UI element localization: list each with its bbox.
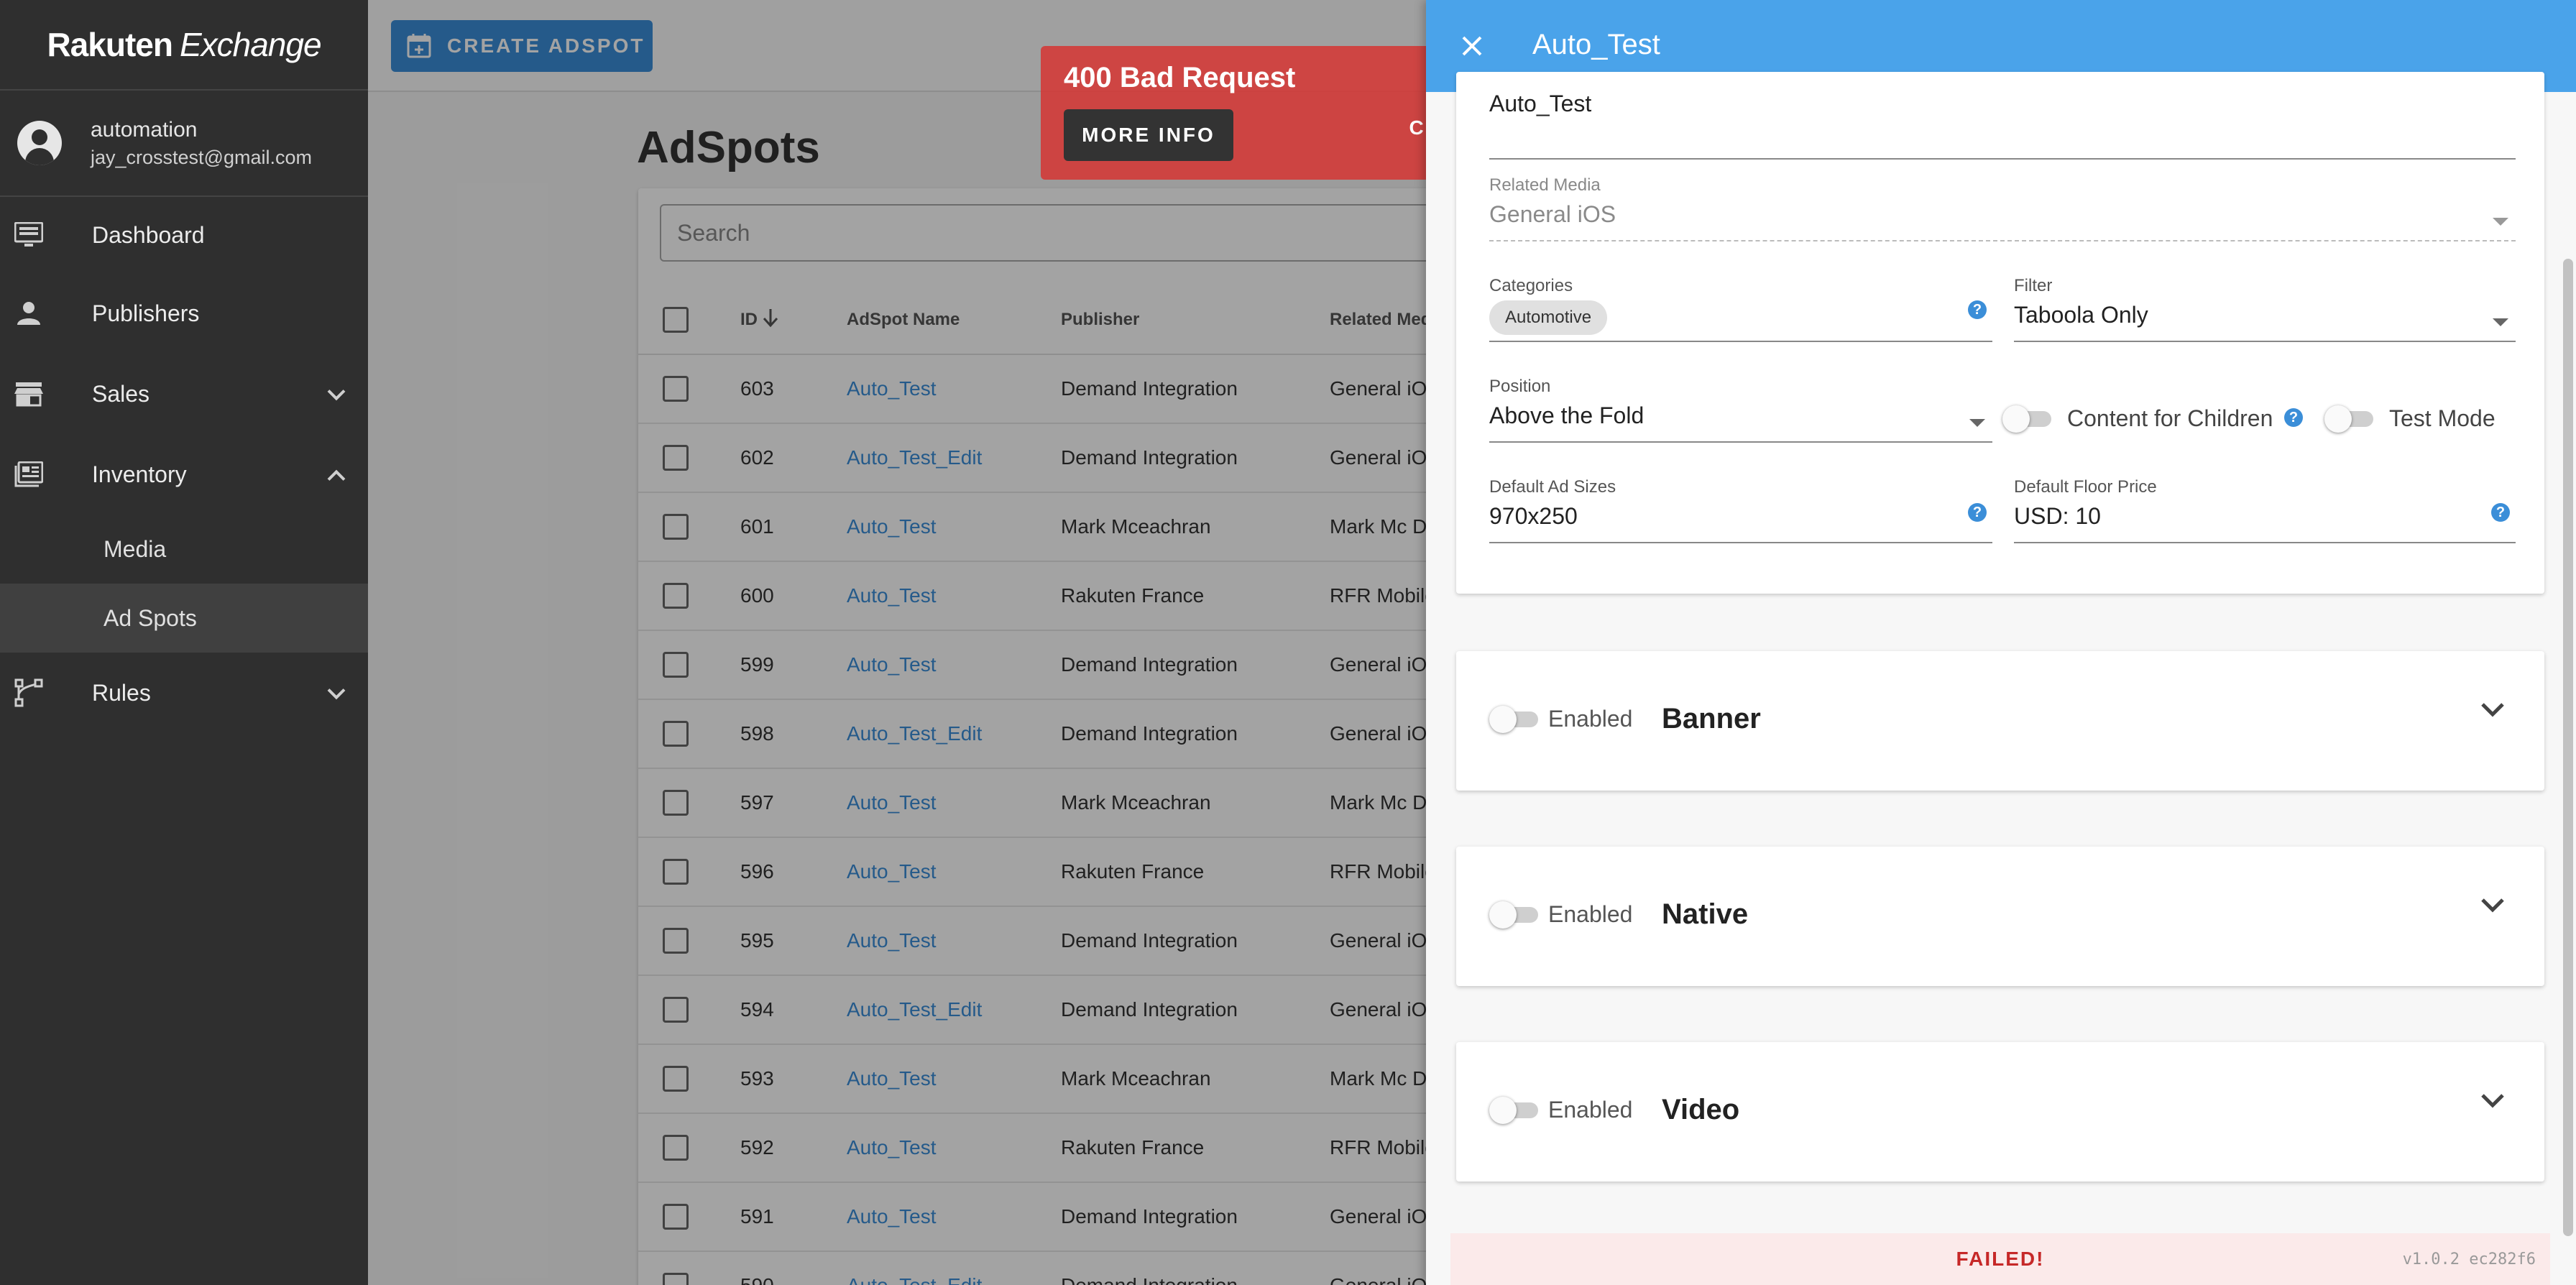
- position-select[interactable]: Position Above the Fold: [1489, 377, 1992, 443]
- more-info-button[interactable]: MORE INFO: [1064, 109, 1233, 161]
- related-media-label: Related Media: [1489, 175, 1601, 195]
- sidebar-item-label: Inventory: [92, 461, 187, 487]
- sidebar-item-rules[interactable]: Rules: [0, 653, 368, 733]
- chevron-down-icon: [326, 680, 346, 706]
- sidebar-item-media[interactable]: Media: [0, 515, 368, 584]
- categories-field[interactable]: Categories Automotive ?: [1489, 276, 1992, 342]
- banner-section-title: Banner: [1662, 703, 1761, 734]
- close-icon[interactable]: [1455, 29, 1489, 63]
- filter-select[interactable]: Filter Taboola Only: [2014, 276, 2516, 342]
- ad-sizes-label: Default Ad Sizes: [1489, 477, 1616, 497]
- app-version: v1.0.2 ec282f6: [2402, 1251, 2536, 1268]
- sidebar: Rakuten Exchange automation jay_crosstes…: [0, 0, 368, 1285]
- native-enabled-toggle[interactable]: [1489, 900, 1538, 929]
- field-underline: [1489, 158, 2516, 160]
- drawer-scrollbar[interactable]: [2563, 259, 2573, 1236]
- avatar-icon: [17, 121, 62, 165]
- sidebar-item-publishers[interactable]: Publishers: [0, 273, 368, 354]
- floor-price-value: USD: 10: [2014, 503, 2101, 529]
- related-media-field: Related Media General iOS: [1489, 175, 2516, 241]
- sidebar-item-sales[interactable]: Sales: [0, 354, 368, 434]
- ad-sizes-field[interactable]: Default Ad Sizes 970x250 ?: [1489, 477, 1992, 543]
- field-underline: [1489, 441, 1992, 443]
- monitor-icon: [13, 219, 45, 251]
- banner-enabled-toggle[interactable]: [1489, 704, 1538, 733]
- adspot-form: Auto_Test Related Media General iOS Cate…: [1456, 72, 2544, 594]
- help-icon[interactable]: ?: [2284, 408, 2303, 427]
- help-icon[interactable]: ?: [1968, 300, 1987, 319]
- native-section[interactable]: Enabled Native: [1456, 847, 2544, 986]
- expand-more-icon[interactable]: [2480, 897, 2506, 918]
- user-email: jay_crosstest@gmail.com: [91, 146, 312, 168]
- field-underline: [1489, 542, 1992, 543]
- expand-more-icon[interactable]: [2480, 1092, 2506, 1113]
- native-enabled-label: Enabled: [1548, 901, 1633, 927]
- help-icon[interactable]: ?: [2491, 503, 2510, 522]
- field-underline: [1489, 341, 1992, 342]
- native-section-title: Native: [1662, 898, 1749, 930]
- sidebar-item-label: Media: [104, 535, 167, 562]
- sidebar-item-label: Publishers: [92, 300, 200, 326]
- failed-status: FAILED!: [1956, 1248, 2045, 1270]
- position-value: Above the Fold: [1489, 402, 1644, 428]
- error-title: 400 Bad Request: [1064, 62, 1296, 93]
- content-children-toggle[interactable]: [2002, 404, 2051, 433]
- user-name: automation: [91, 117, 198, 142]
- edit-drawer: Auto_Test Auto_Test Related Media Genera…: [1426, 0, 2576, 1285]
- filter-value: Taboola Only: [2014, 302, 2148, 328]
- rules-icon: [13, 677, 45, 709]
- banner-section[interactable]: Enabled Banner: [1456, 651, 2544, 791]
- expand-more-icon[interactable]: [2480, 701, 2506, 722]
- category-chip[interactable]: Automotive: [1489, 300, 1608, 335]
- video-section[interactable]: Enabled Video: [1456, 1042, 2544, 1182]
- categories-label: Categories: [1489, 276, 1573, 295]
- related-media-value: General iOS: [1489, 201, 1616, 227]
- ad-sizes-value: 970x250: [1489, 503, 1578, 529]
- store-icon: [13, 378, 45, 410]
- sidebar-item-label: Ad Spots: [104, 604, 197, 631]
- help-icon[interactable]: ?: [1968, 503, 1987, 522]
- chevron-up-icon: [326, 461, 346, 488]
- dropdown-arrow-icon: [2493, 218, 2508, 226]
- brand-logo-primary: Rakuten: [47, 26, 172, 63]
- sidebar-item-inventory[interactable]: Inventory: [0, 434, 368, 515]
- field-underline: [2014, 542, 2516, 543]
- brand-logo[interactable]: Rakuten Exchange: [0, 0, 368, 91]
- brand-logo-secondary: Exchange: [179, 26, 322, 63]
- test-mode-toggle[interactable]: [2324, 404, 2373, 433]
- status-footer: FAILED! v1.0.2 ec282f6: [1450, 1233, 2550, 1285]
- sidebar-item-label: Sales: [92, 380, 150, 407]
- sidebar-item-ad-spots[interactable]: Ad Spots: [0, 584, 368, 653]
- filter-label: Filter: [2014, 276, 2053, 295]
- field-underline: [2014, 341, 2516, 342]
- chevron-down-icon: [326, 381, 346, 407]
- sidebar-item-label: Dashboard: [92, 221, 205, 248]
- inventory-icon: [13, 459, 45, 490]
- field-underline: [1489, 240, 2516, 241]
- drawer-title: Auto_Test: [1532, 29, 1660, 60]
- test-mode-label: Test Mode: [2389, 405, 2496, 431]
- dropdown-arrow-icon: [2493, 318, 2508, 326]
- sidebar-item-dashboard[interactable]: Dashboard: [0, 197, 368, 273]
- person-icon: [13, 298, 45, 329]
- dropdown-arrow-icon: [1969, 419, 1985, 427]
- video-enabled-toggle[interactable]: [1489, 1095, 1538, 1124]
- user-profile[interactable]: automation jay_crosstest@gmail.com: [0, 91, 368, 197]
- position-label: Position: [1489, 377, 1551, 396]
- floor-price-label: Default Floor Price: [2014, 477, 2157, 497]
- video-section-title: Video: [1662, 1094, 1740, 1125]
- video-enabled-label: Enabled: [1548, 1097, 1633, 1123]
- content-children-label: Content for Children: [2067, 405, 2273, 431]
- sidebar-item-label: Rules: [92, 679, 151, 706]
- adspot-name-field[interactable]: Auto_Test: [1489, 91, 2516, 160]
- banner-enabled-label: Enabled: [1548, 706, 1633, 732]
- floor-price-field[interactable]: Default Floor Price USD: 10 ?: [2014, 477, 2516, 543]
- adspot-name-value: Auto_Test: [1489, 91, 1592, 116]
